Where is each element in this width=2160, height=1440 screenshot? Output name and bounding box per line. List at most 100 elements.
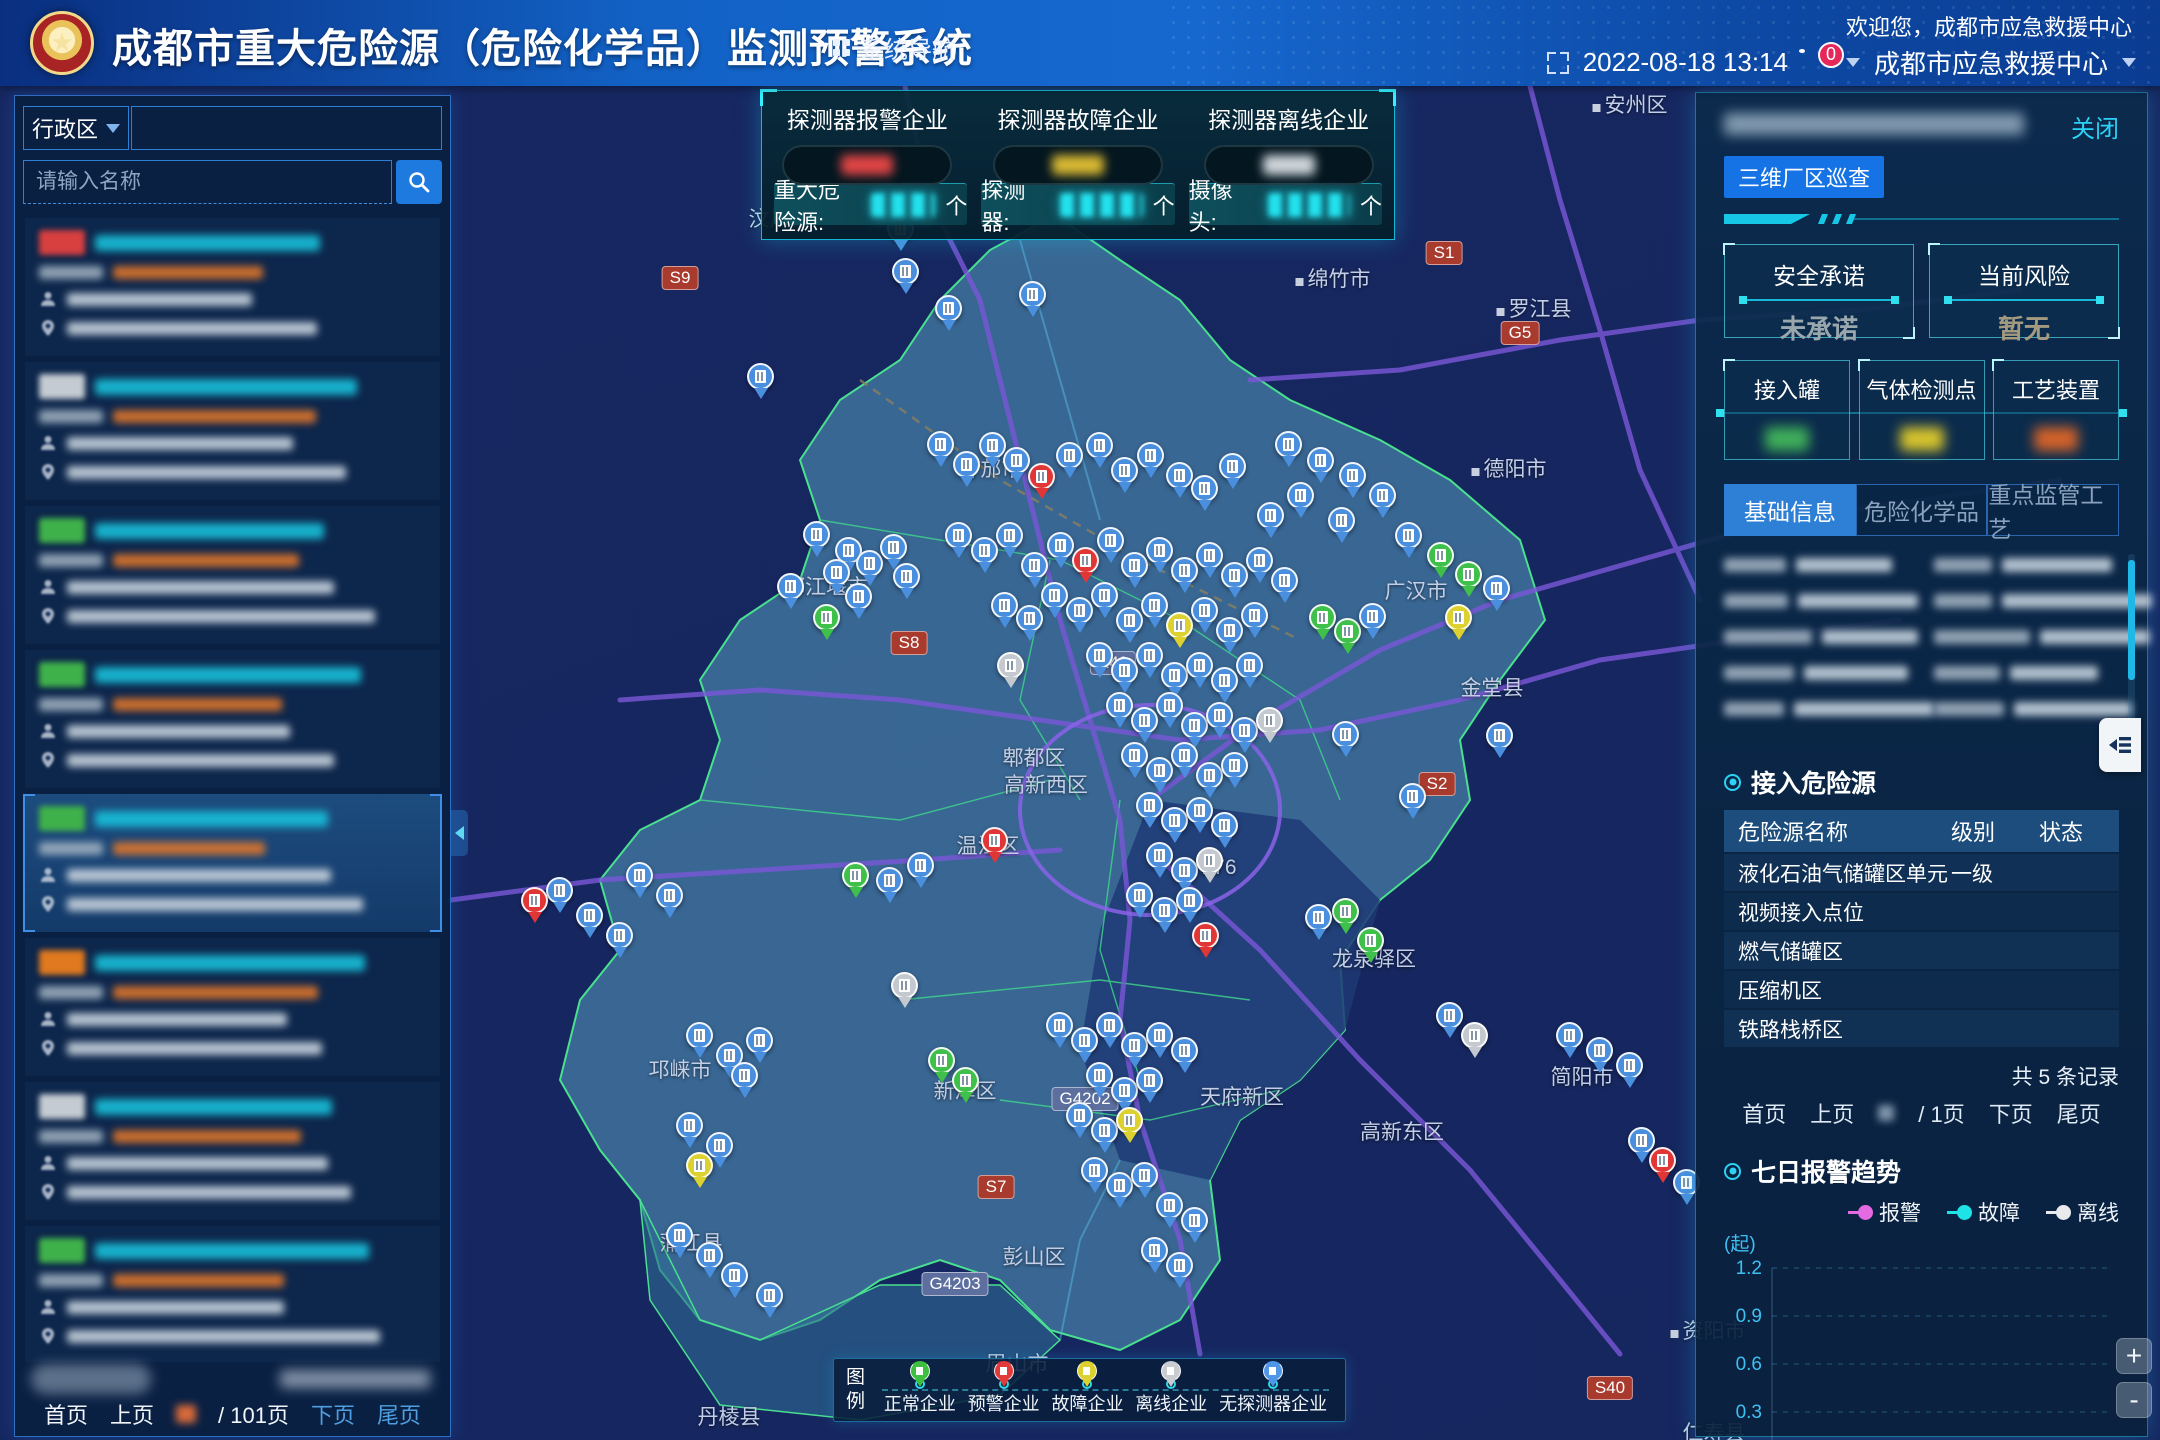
map-marker-pin[interactable]	[1166, 462, 1193, 499]
close-button[interactable]: 关闭	[2071, 109, 2119, 144]
map-marker-pin[interactable]	[1339, 462, 1366, 499]
map-marker-pin[interactable]	[1196, 542, 1223, 579]
map-marker-pin[interactable]	[907, 852, 934, 889]
trend-legend-item[interactable]: 离线	[2046, 1197, 2119, 1227]
map-marker-pin[interactable]	[1181, 1207, 1208, 1244]
redacted-button[interactable]	[31, 1364, 151, 1394]
map-marker-pin[interactable]	[1616, 1052, 1643, 1089]
map-marker-pin[interactable]	[1041, 582, 1068, 619]
region-filter-value[interactable]	[131, 106, 442, 150]
map-marker-pin[interactable]	[1216, 617, 1243, 654]
map-marker-pin[interactable]	[1111, 457, 1138, 494]
map-marker-pin[interactable]	[1171, 742, 1198, 779]
map-marker-pin[interactable]	[1649, 1147, 1676, 1184]
map-marker-pin[interactable]	[842, 862, 869, 899]
zoom-in-button[interactable]: +	[2116, 1338, 2152, 1374]
system-nav-button[interactable]: 系统导航	[833, 30, 956, 65]
map-marker-pin[interactable]	[1332, 898, 1359, 935]
map-marker-pin[interactable]	[1399, 783, 1426, 820]
map-marker-pin[interactable]	[892, 258, 919, 295]
trend-legend-item[interactable]: 故障	[1947, 1197, 2020, 1227]
map-marker-pin[interactable]	[1171, 557, 1198, 594]
sidebar-collapse-button[interactable]	[451, 810, 468, 856]
last-page-button[interactable]: 尾页	[377, 1398, 421, 1430]
map-marker-pin[interactable]	[1191, 475, 1218, 512]
map-marker-pin[interactable]	[1071, 1027, 1098, 1064]
map-marker-pin[interactable]	[1586, 1037, 1613, 1074]
zoom-out-button[interactable]: -	[2116, 1382, 2152, 1418]
map-marker-pin[interactable]	[803, 521, 830, 558]
map-marker-pin[interactable]	[1131, 707, 1158, 744]
map-marker-pin[interactable]	[1231, 717, 1258, 754]
map-marker-pin[interactable]	[1106, 692, 1133, 729]
map-marker-pin[interactable]	[1019, 281, 1046, 318]
map-marker-pin[interactable]	[1047, 532, 1074, 569]
map-marker-pin[interactable]	[971, 537, 998, 574]
map-marker-pin[interactable]	[981, 827, 1008, 864]
map-marker-pin[interactable]	[696, 1242, 723, 1279]
map-marker-pin[interactable]	[1016, 605, 1043, 642]
map-marker-pin[interactable]	[606, 922, 633, 959]
org-name[interactable]: 成都市应急救援中心	[1874, 44, 2108, 81]
map-marker-pin[interactable]	[1086, 1062, 1113, 1099]
prev-page-button[interactable]: 上页	[1810, 1097, 1854, 1129]
map-marker-pin[interactable]	[1395, 522, 1422, 559]
map-marker-pin[interactable]	[746, 1027, 773, 1064]
map-marker-pin[interactable]	[1309, 604, 1336, 641]
map-marker-pin[interactable]	[1146, 842, 1173, 879]
map-marker-pin[interactable]	[1219, 453, 1246, 490]
company-list-item[interactable]	[25, 218, 440, 356]
map-marker-pin[interactable]	[856, 550, 883, 587]
map-marker-pin[interactable]	[1221, 562, 1248, 599]
first-page-button[interactable]: 首页	[1742, 1097, 1786, 1129]
map-marker-pin[interactable]	[1106, 1172, 1133, 1209]
company-list-item[interactable]	[25, 650, 440, 788]
map-marker-pin[interactable]	[1196, 847, 1223, 884]
chevron-down-icon[interactable]	[1846, 58, 1860, 67]
map-marker-pin[interactable]	[927, 431, 954, 468]
tab-key-processes[interactable]: 重点监管工艺	[1987, 484, 2119, 536]
map-marker-pin[interactable]	[1081, 1157, 1108, 1194]
company-list-item[interactable]	[25, 1082, 440, 1220]
map-marker-pin[interactable]	[979, 432, 1006, 469]
prev-page-button[interactable]: 上页	[110, 1398, 154, 1430]
map-marker-pin[interactable]	[1121, 552, 1148, 589]
map-marker-pin[interactable]	[1121, 1032, 1148, 1069]
map-marker-pin[interactable]	[656, 882, 683, 919]
search-input[interactable]	[23, 160, 392, 204]
map-marker-pin[interactable]	[1359, 603, 1386, 640]
map-marker-pin[interactable]	[997, 652, 1024, 689]
map-marker-pin[interactable]	[1086, 432, 1113, 469]
map-marker-pin[interactable]	[1486, 722, 1513, 759]
search-button[interactable]	[396, 160, 442, 204]
map-marker-pin[interactable]	[731, 1062, 758, 1099]
current-page-redacted[interactable]	[1878, 1105, 1894, 1121]
map-marker-pin[interactable]	[1146, 1022, 1173, 1059]
map-marker-pin[interactable]	[1131, 1162, 1158, 1199]
map-marker-pin[interactable]	[1328, 507, 1355, 544]
company-list-item[interactable]	[25, 794, 440, 932]
map-marker-pin[interactable]	[1483, 575, 1510, 612]
map-marker-pin[interactable]	[1066, 597, 1093, 634]
map-marker-pin[interactable]	[686, 1022, 713, 1059]
map-marker-pin[interactable]	[1256, 707, 1283, 744]
next-page-button[interactable]: 下页	[1989, 1097, 2033, 1129]
map-marker-pin[interactable]	[1307, 447, 1334, 484]
notification-bell[interactable]: 0	[1802, 48, 1832, 78]
map-marker-pin[interactable]	[1246, 547, 1273, 584]
tab-hazard-chemicals[interactable]: 危险化学品	[1856, 484, 1988, 536]
map-marker-pin[interactable]	[928, 1047, 955, 1084]
map-marker-pin[interactable]	[1096, 1012, 1123, 1049]
map-marker-pin[interactable]	[1171, 1037, 1198, 1074]
map-marker-pin[interactable]	[1136, 1067, 1163, 1104]
map-marker-pin[interactable]	[1156, 1192, 1183, 1229]
map-marker-pin[interactable]	[1066, 1102, 1093, 1139]
map-marker-pin[interactable]	[1241, 602, 1268, 639]
next-page-button[interactable]: 下页	[311, 1398, 355, 1430]
map-marker-pin[interactable]	[1086, 642, 1113, 679]
map-marker-pin[interactable]	[891, 972, 918, 1009]
map-marker-pin[interactable]	[1121, 742, 1148, 779]
map-marker-pin[interactable]	[1151, 897, 1178, 934]
table-row[interactable]: 燃气储罐区	[1724, 932, 2119, 969]
map-marker-pin[interactable]	[1332, 721, 1359, 758]
